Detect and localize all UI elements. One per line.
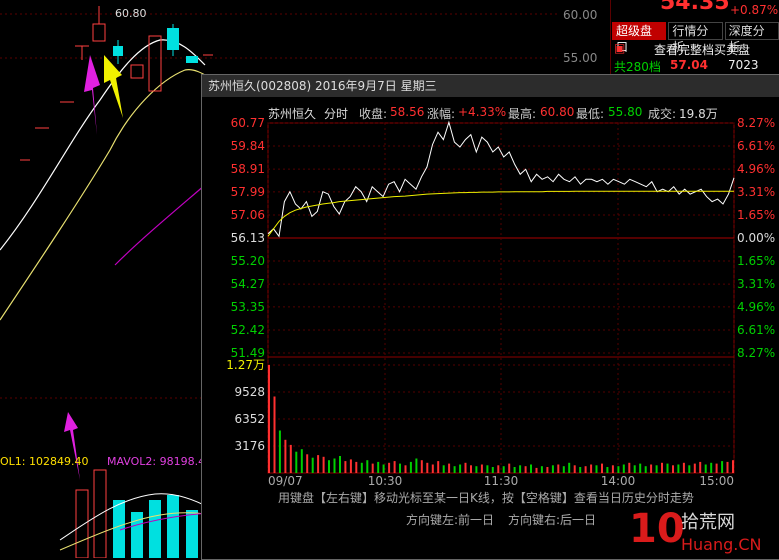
time-tick-label: 10:30: [368, 474, 403, 488]
axis-label-55: 55.00: [563, 51, 598, 65]
levels-volume: 7023: [728, 58, 759, 72]
svg-text:Huang.CN: Huang.CN: [681, 535, 762, 554]
intraday-chart: 60.77 8.27% 59.84 6.61% 58.91 4.96% 57.99 3.31%…: [226, 116, 775, 488]
tab-super-orderbook[interactable]: 超级盘口: [612, 22, 667, 54]
prev-day-hint: 方向键左:前一日: [406, 513, 495, 527]
price-tick-label: 59.84: [231, 139, 265, 153]
next-day-hint: 方向键右:后一日: [508, 513, 597, 527]
pct-tick-label: 6.61%: [737, 323, 775, 337]
kline-high-label: 60.80: [115, 7, 147, 20]
axis-label-60: 60.00: [563, 8, 598, 22]
pct-tick-label: 1.65%: [737, 208, 775, 222]
price-tick-label: 52.42: [231, 323, 265, 337]
pct-tick-label: 4.96%: [737, 300, 775, 314]
price-tick-label: 55.20: [231, 254, 265, 268]
site-watermark-logo: 10 拾荒网 Huang.CN: [629, 506, 762, 554]
mavol2-label: MAVOL2: 98198.4: [107, 455, 206, 468]
time-tick-label: 15:00: [699, 474, 734, 488]
current-price: 54.35: [660, 0, 730, 15]
price-tick-label: 57.06: [231, 208, 265, 222]
pct-tick-label: 6.61%: [737, 139, 775, 153]
volume-tick-label: 1.27万: [226, 358, 265, 372]
time-tick-label: 14:00: [601, 474, 636, 488]
pct-tick-label: 1.65%: [737, 254, 775, 268]
time-tick-label: 11:30: [484, 474, 519, 488]
price-tick-label: 53.35: [231, 300, 265, 314]
pct-tick-label: 3.31%: [737, 277, 775, 291]
pct-tick-label: 4.96%: [737, 162, 775, 176]
pct-tick-label: 3.31%: [737, 185, 775, 199]
price-tick-label: 57.99: [231, 185, 265, 199]
volume-tick-label: 6352: [234, 412, 265, 426]
price-tick-label: 58.91: [231, 162, 265, 176]
intraday-popup[interactable]: 苏州恒久(002808) 2016年9月7日 星期三 苏州恒久 分时 收盘: 5…: [201, 74, 779, 560]
tab-market-analysis[interactable]: 行情分析: [668, 22, 723, 54]
mavol1-label: OL1: 102849.40: [0, 455, 89, 468]
price-tick-label: 60.77: [231, 116, 265, 130]
orderbook-icon: ▣: [614, 41, 626, 55]
tab-depth-analysis[interactable]: 深度分析: [724, 22, 779, 54]
levels-label: 共280档: [614, 60, 661, 74]
pct-tick-label: 8.27%: [737, 116, 775, 130]
change-percent: +0.87%: [730, 3, 779, 17]
pct-tick-label: 8.27%: [737, 346, 775, 360]
price-tick-label: 54.27: [231, 277, 265, 291]
price-tick-label: 56.13: [231, 231, 265, 245]
full-orderbook-link[interactable]: 查看完整档买卖盘: [654, 41, 750, 58]
pct-tick-label: 0.00%: [737, 231, 775, 245]
levels-price: 57.04: [670, 58, 708, 72]
volume-tick-label: 3176: [234, 439, 265, 453]
time-tick-label: 09/07: [268, 474, 303, 488]
volume-tick-label: 9528: [234, 385, 265, 399]
svg-text:10: 10: [629, 506, 685, 552]
quote-tabs: 超级盘口 行情分析 深度分析: [612, 22, 779, 54]
svg-text:拾荒网: 拾荒网: [681, 512, 735, 533]
